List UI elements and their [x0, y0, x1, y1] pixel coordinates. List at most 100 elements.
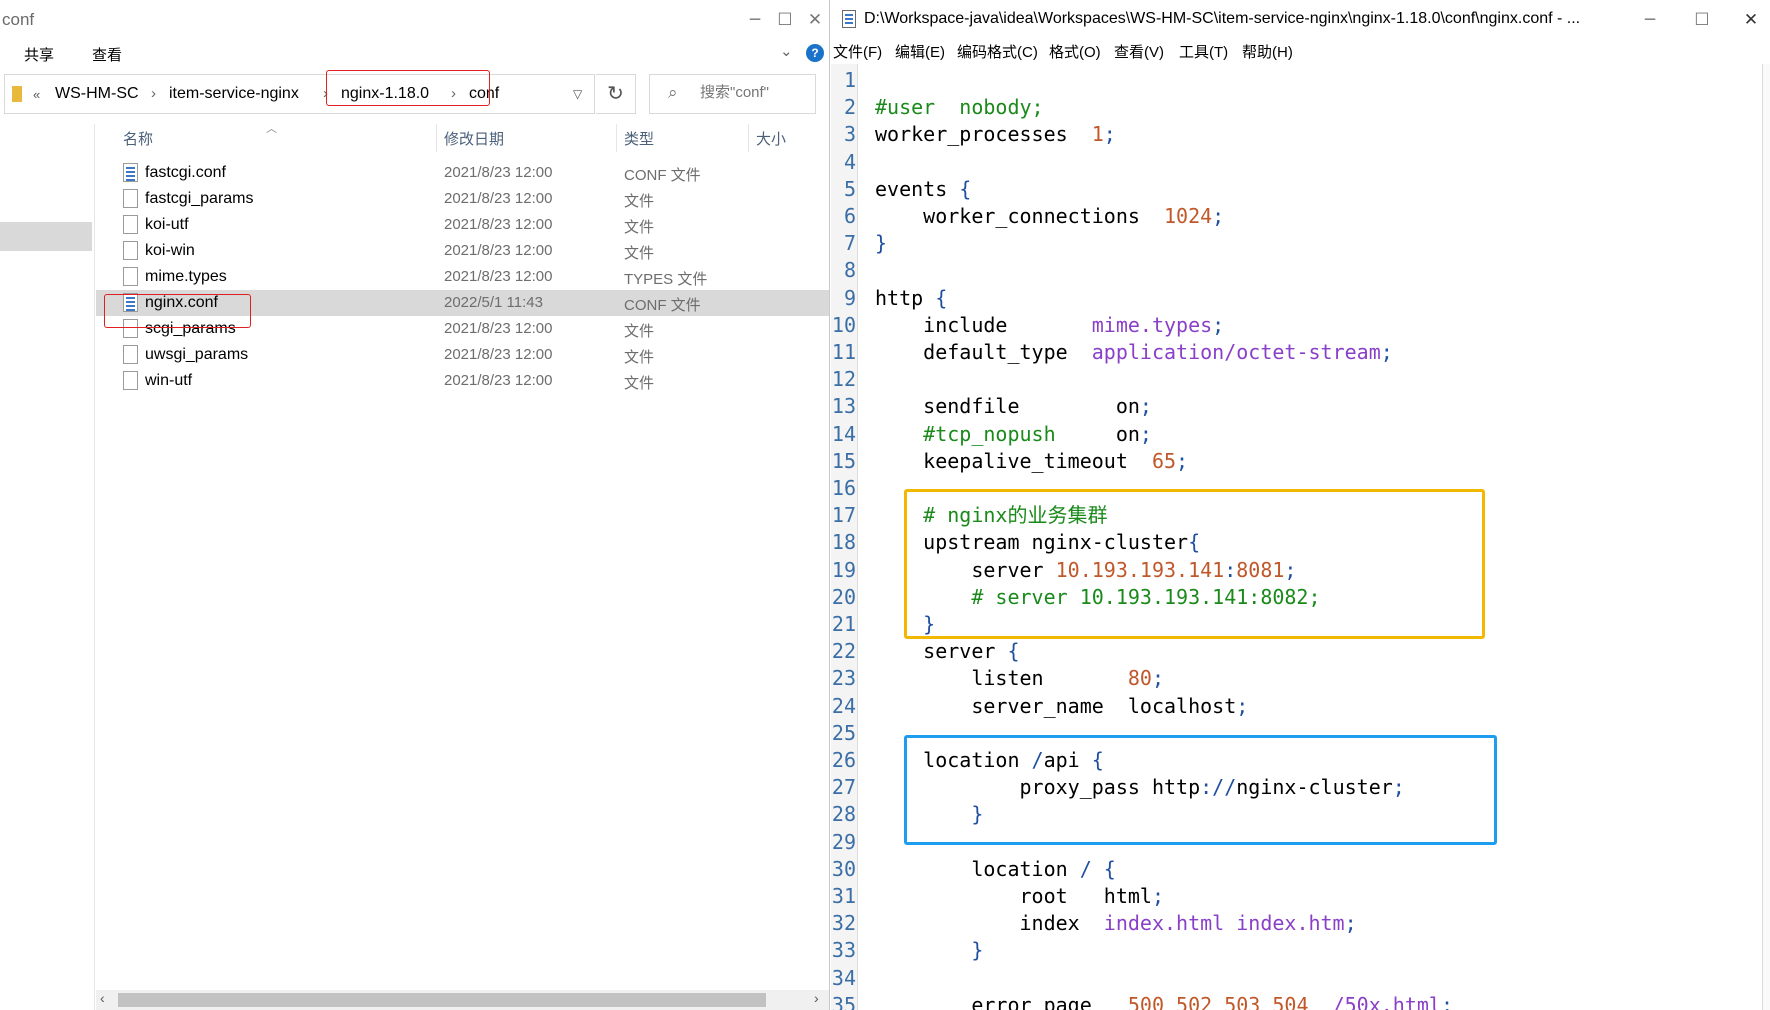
file-row[interactable]: uwsgi_params 2021/8/23 12:00 文件 [96, 342, 829, 368]
close-icon[interactable]: ✕ [1736, 8, 1766, 32]
code-line: listen 80; [875, 666, 1164, 690]
chevron-right-icon[interactable]: › [323, 85, 328, 102]
ribbon-tab-view[interactable]: 查看 [92, 44, 122, 65]
minimize-icon[interactable]: ─ [1635, 8, 1665, 32]
code-token: api [1043, 748, 1092, 772]
code-line: server 10.193.193.141:8081; [875, 558, 1296, 582]
vertical-scrollbar[interactable] [1762, 64, 1770, 1010]
horizontal-scrollbar[interactable]: ‹ › [96, 990, 829, 1010]
maximize-icon[interactable]: ☐ [1687, 8, 1717, 32]
code-line: error_page 500 502 503 504 /50x.html; [875, 993, 1453, 1010]
breadcrumb-overflow[interactable]: « [33, 87, 40, 102]
code-line: } [875, 802, 983, 826]
code-token: index [875, 911, 1104, 936]
chevron-right-icon[interactable]: › [451, 85, 456, 102]
breadcrumb-conf[interactable]: conf [469, 85, 499, 103]
line-number: 22 [831, 639, 856, 664]
menu-file[interactable]: 文件(F) [833, 41, 882, 62]
code-token: listen [875, 666, 1128, 691]
file-type: 文件 [624, 375, 655, 392]
scroll-right-icon[interactable]: › [814, 990, 819, 1006]
file-icon [123, 319, 138, 338]
line-number: 7 [843, 231, 856, 256]
menu-view[interactable]: 查看(V) [1114, 41, 1164, 62]
code-token: // [1212, 775, 1237, 800]
file-row[interactable]: win-utf 2021/8/23 12:00 文件 [96, 368, 829, 394]
editor-title: D:\Workspace-java\idea\Workspaces\WS-HM-… [864, 10, 1581, 27]
code-line: sendfile on; [875, 394, 1152, 418]
ribbon-tabs: 共享 查看 ⌄ [0, 40, 829, 68]
column-header-name[interactable]: 名称 [123, 128, 153, 149]
menu-tools[interactable]: 工具(T) [1179, 41, 1228, 62]
maximize-icon[interactable]: ☐ [770, 8, 800, 32]
file-type: CONF 文件 [624, 167, 701, 184]
file-row[interactable]: scgi_params 2021/8/23 12:00 文件 [96, 316, 829, 342]
file-icon [123, 345, 138, 364]
file-row[interactable]: fastcgi.conf 2021/8/23 12:00 CONF 文件 [96, 160, 829, 186]
code-token: ; [1139, 394, 1152, 419]
code-token: 1024 [1163, 204, 1213, 228]
line-number: 10 [831, 312, 856, 337]
scrollbar-thumb[interactable] [118, 993, 766, 1007]
code-token: #tcp_nopush [875, 421, 1116, 446]
line-number-gutter: 1 2 3 4 5 6 7 8 9 10 11 12 13 14 15 16 17 18 19 20 21 22 23 24 2… [831, 64, 858, 1010]
breadcrumb-nginx-1-18-0[interactable]: nginx-1.18.0 [341, 85, 429, 103]
chevron-right-icon[interactable]: › [151, 85, 156, 102]
code-token: events [875, 176, 960, 201]
search-input[interactable] [700, 84, 810, 101]
breadcrumb-item-service-nginx[interactable]: item-service-nginx [169, 85, 299, 103]
search-box[interactable]: ⌕ [649, 74, 816, 114]
scroll-left-icon[interactable]: ‹ [100, 990, 105, 1006]
code-token: include [875, 312, 1092, 337]
menu-format[interactable]: 格式(O) [1049, 41, 1101, 62]
file-name: nginx.conf [145, 294, 218, 311]
file-type: 文件 [624, 349, 655, 366]
line-number: 6 [843, 204, 856, 228]
code-line: http { [875, 286, 947, 310]
menu-edit[interactable]: 编辑(E) [895, 41, 945, 62]
code-token: } [875, 231, 888, 256]
column-headers: ︿ 名称 修改日期 类型 大小 [96, 123, 829, 152]
file-row-selected[interactable]: nginx.conf 2022/5/1 11:43 CONF 文件 [96, 290, 829, 316]
file-row[interactable]: koi-win 2021/8/23 12:00 文件 [96, 238, 829, 264]
column-header-type[interactable]: 类型 [624, 128, 654, 149]
expand-ribbon-chevron-icon[interactable]: ⌄ [780, 42, 793, 60]
refresh-icon[interactable]: ↻ [596, 74, 636, 114]
code-token: server_name localhost [875, 693, 1237, 718]
column-divider[interactable] [436, 124, 437, 152]
line-number: 3 [843, 122, 856, 147]
code-line: upstream nginx-cluster{ [875, 530, 1200, 554]
file-icon [123, 241, 138, 260]
file-row[interactable]: fastcgi_params 2021/8/23 12:00 文件 [96, 186, 829, 212]
file-type: 文件 [624, 193, 655, 210]
file-name: koi-win [145, 242, 195, 259]
code-line: location / { [875, 857, 1116, 881]
column-divider[interactable] [616, 124, 617, 152]
column-header-date[interactable]: 修改日期 [444, 128, 504, 149]
help-icon[interactable]: ? [806, 44, 824, 62]
code-token: / [1031, 748, 1044, 772]
minimize-icon[interactable]: ─ [740, 8, 770, 32]
file-name: fastcgi.conf [145, 164, 226, 181]
nav-selected-item[interactable] [0, 222, 92, 251]
file-row[interactable]: mime.types 2021/8/23 12:00 TYPES 文件 [96, 264, 829, 290]
file-row[interactable]: koi-utf 2021/8/23 12:00 文件 [96, 212, 829, 238]
line-number: 34 [831, 965, 856, 990]
column-header-size[interactable]: 大小 [756, 128, 786, 149]
chevron-down-icon[interactable]: ▽ [573, 87, 582, 101]
address-bar[interactable]: « WS-HM-SC › item-service-nginx › nginx-… [4, 74, 595, 114]
file-icon [123, 371, 138, 390]
ribbon-tab-share[interactable]: 共享 [24, 44, 54, 65]
file-date: 2021/8/23 12:00 [444, 346, 553, 363]
close-icon[interactable]: ✕ [800, 8, 829, 32]
code-token: ; [1380, 340, 1393, 364]
file-type: CONF 文件 [624, 297, 701, 314]
menu-help[interactable]: 帮助(H) [1242, 41, 1293, 62]
menu-encoding[interactable]: 编码格式(C) [957, 41, 1038, 62]
code-token: { [1007, 639, 1020, 664]
breadcrumb-ws-hm-sc[interactable]: WS-HM-SC [55, 85, 139, 103]
code-line: default_type application/octet-stream; [875, 340, 1393, 364]
column-divider[interactable] [748, 124, 749, 152]
